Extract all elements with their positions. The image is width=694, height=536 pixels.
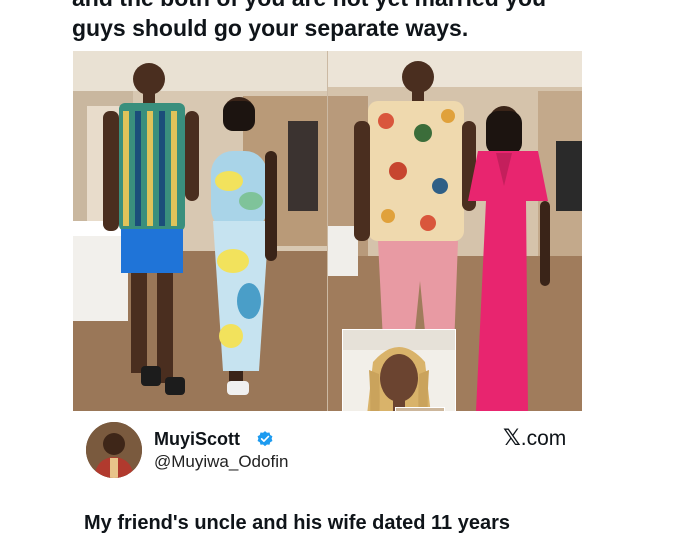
inset-portrait-photo <box>342 329 456 411</box>
headline-line: guys should go your separate ways. <box>72 15 469 41</box>
author-avatar[interactable] <box>86 422 142 478</box>
x-mark-icon: 𝕏 <box>503 425 521 450</box>
headline-cut-line: and the both of you are not yet married … <box>72 0 632 12</box>
x-site-logo[interactable]: 𝕏.com <box>503 425 566 452</box>
author-display-name[interactable]: MuyiScott <box>154 428 240 450</box>
couple-photo-collage[interactable] <box>73 51 582 411</box>
verified-badge-icon <box>257 431 273 447</box>
post-body-text: My friend's uncle and his wife dated 11 … <box>84 512 511 534</box>
author-handle[interactable]: @Muyiwa_Odofin <box>154 451 288 473</box>
couple-photo-left <box>73 51 327 411</box>
x-site-suffix: .com <box>520 427 567 450</box>
tweet-author-card[interactable]: MuyiScott @Muyiwa_Odofin 𝕏.com <box>73 411 582 485</box>
